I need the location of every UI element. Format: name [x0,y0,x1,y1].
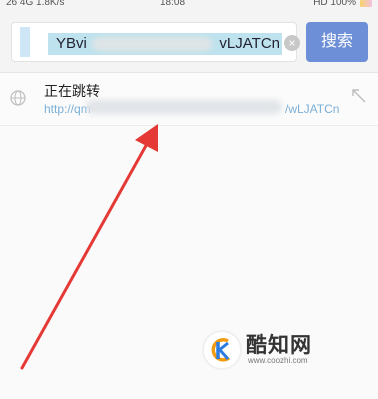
coozhi-logo-icon [202,330,242,370]
watermark-url: www.coozhi.com [248,356,308,365]
watermark-brand: 酷知网 [246,334,312,357]
watermark: 酷知网 www.coozhi.com [196,314,354,374]
